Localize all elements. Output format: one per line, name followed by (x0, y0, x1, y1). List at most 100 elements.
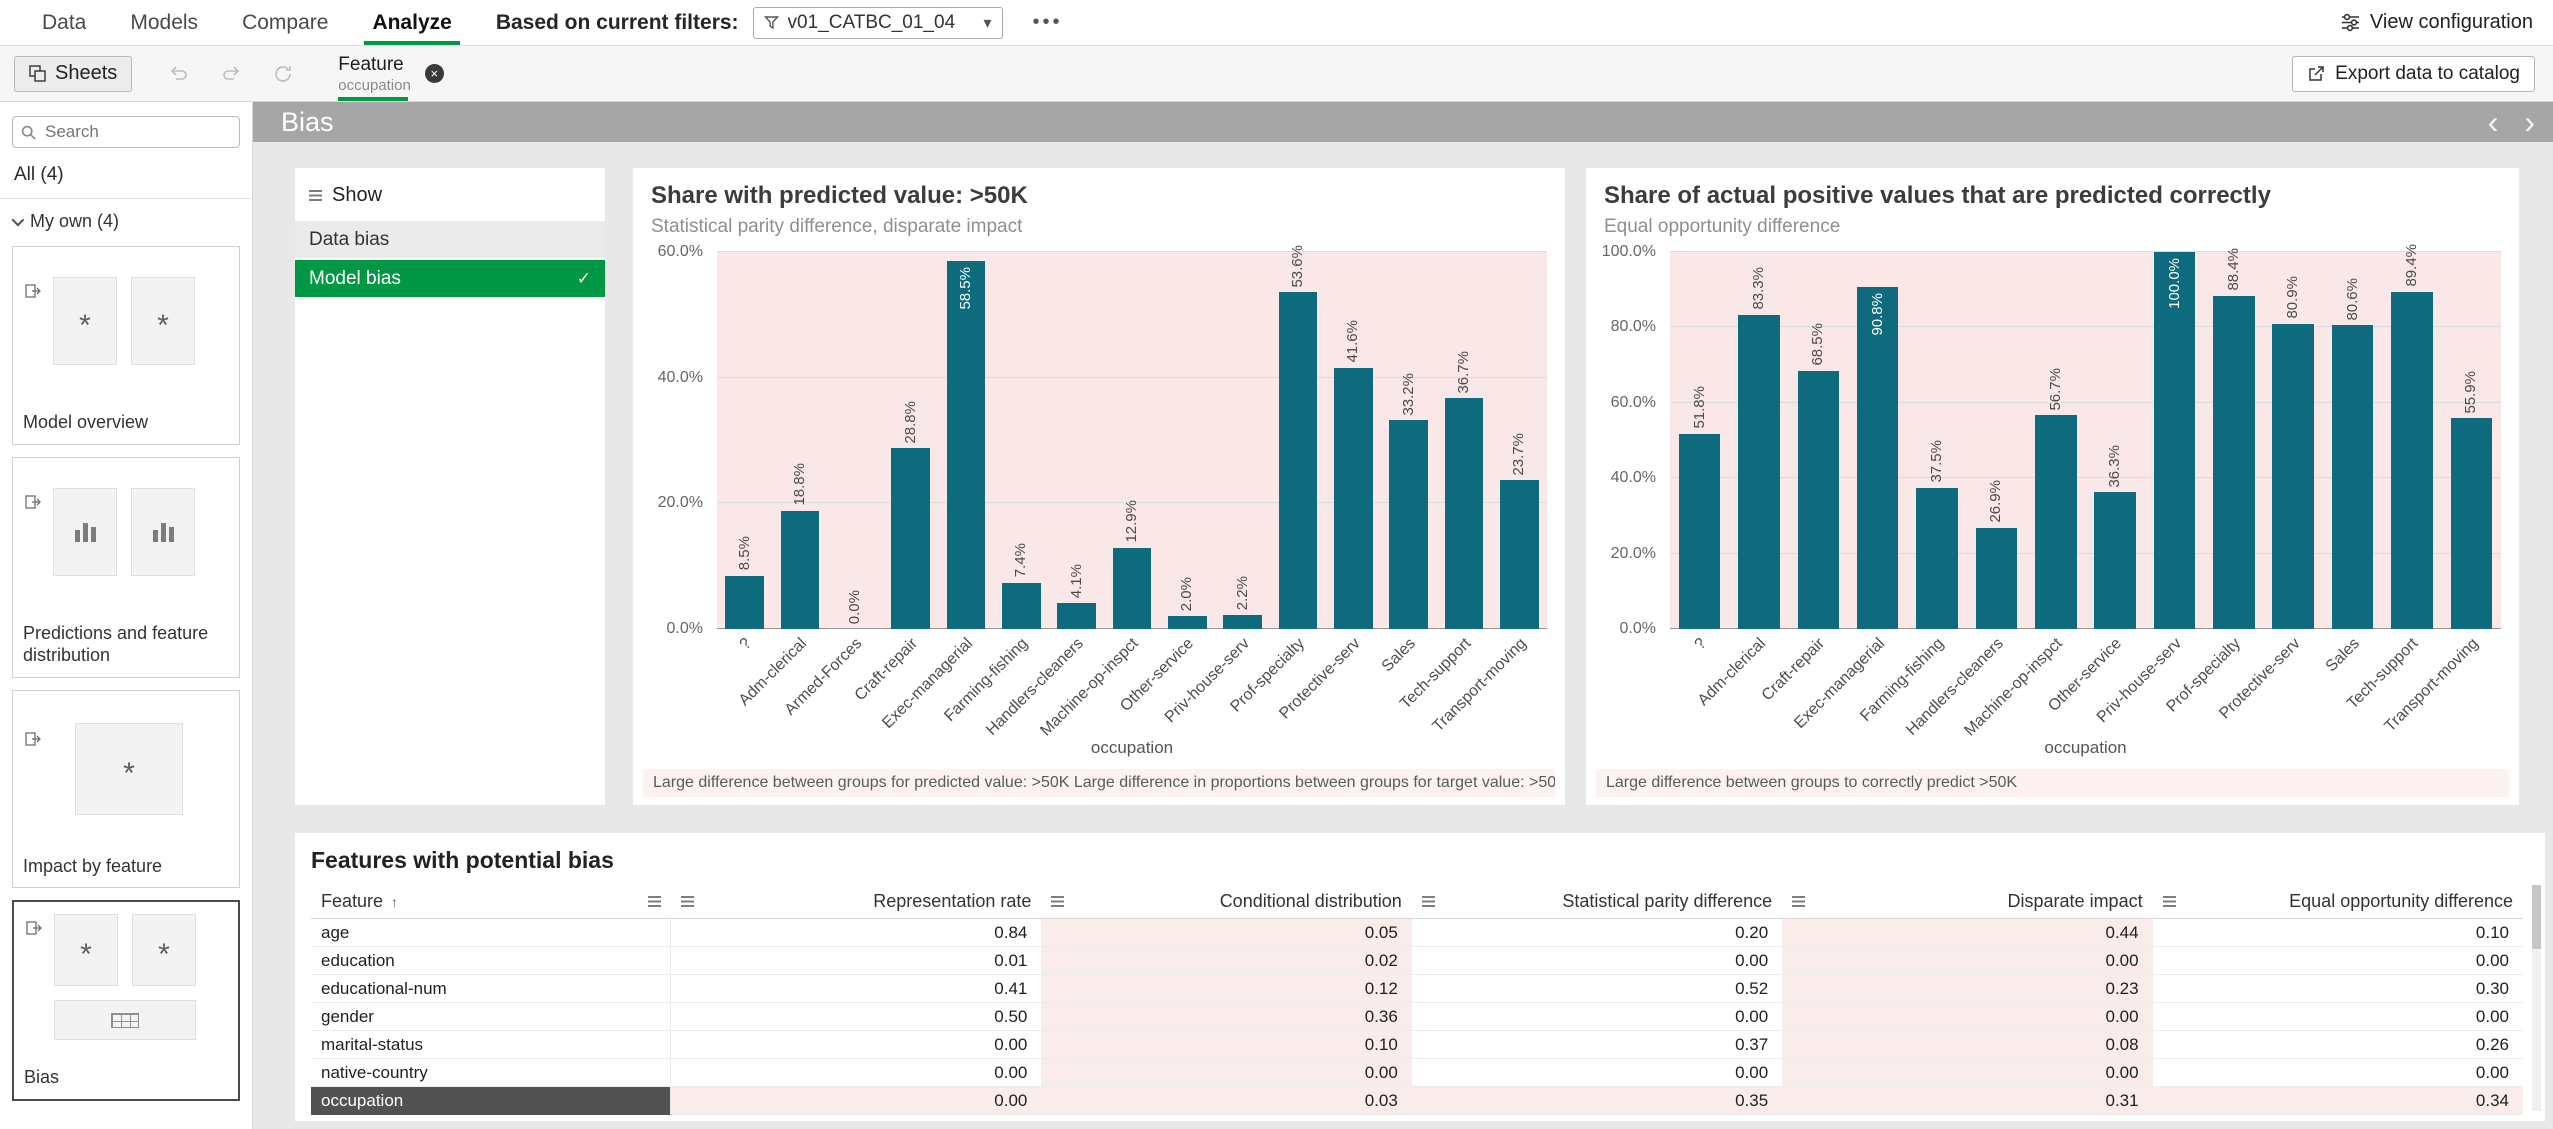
filter-dropdown[interactable]: v01_CATBC_01_04 ▾ (753, 7, 1003, 39)
bar-exec-managerial[interactable] (947, 261, 986, 629)
bar-sales[interactable] (2332, 325, 2374, 629)
column-header-disparate-impact[interactable]: Disparate impact (1782, 885, 2152, 919)
bar-handlers-cleaners[interactable] (1057, 603, 1096, 629)
bar-farming-fishing[interactable] (1916, 488, 1958, 629)
tab-compare[interactable]: Compare (220, 0, 350, 45)
tab-data[interactable]: Data (20, 0, 108, 45)
mini-widget: * (131, 277, 195, 365)
bar-machine-op-inspct[interactable] (1113, 548, 1152, 629)
bar-value-label: 55.9% (2462, 371, 2479, 414)
bar-tech-support[interactable] (2391, 292, 2433, 629)
bar-slot: 100.0% (2145, 252, 2204, 629)
bar-prof-specialty[interactable] (1279, 292, 1318, 629)
chart-footnote: Large difference between groups to corre… (1596, 769, 2509, 797)
search-box[interactable] (12, 116, 240, 148)
features-table-head: Feature↑Representation rateConditional d… (311, 885, 2523, 919)
bar-protective-serv[interactable] (2272, 324, 2314, 629)
bar-adm-clerical[interactable] (781, 511, 820, 629)
feature-cell[interactable]: occupation (311, 1087, 671, 1115)
bar-transport-moving[interactable] (2451, 418, 2493, 629)
bar-slot: 4.1% (1049, 252, 1104, 629)
bar-prof-specialty[interactable] (2213, 296, 2255, 629)
sort-ascending-icon: ↑ (391, 894, 398, 910)
bar-handlers-cleaners[interactable] (1976, 528, 2018, 629)
value-cell: 0.00 (1412, 947, 1782, 975)
sidebar-all-count[interactable]: All (4) (0, 148, 252, 199)
bar-adm-clerical[interactable] (1738, 315, 1780, 629)
sheets-label: Sheets (55, 62, 117, 85)
tab-analyze[interactable]: Analyze (350, 0, 473, 45)
mini-widget (54, 1000, 196, 1040)
scrollbar-thumb[interactable] (2532, 885, 2541, 949)
search-input[interactable] (43, 121, 231, 143)
sheet-action-icon (21, 279, 45, 303)
bar-slot: 8.5% (717, 252, 772, 629)
undo-icon[interactable] (166, 61, 192, 87)
export-data-button[interactable]: Export data to catalog (2292, 56, 2535, 92)
sheets-button[interactable]: Sheets (14, 56, 132, 92)
column-menu-icon[interactable] (1051, 896, 1064, 907)
feature-cell[interactable]: gender (311, 1003, 671, 1031)
bar-other-service[interactable] (2094, 492, 2136, 629)
table-row-gender[interactable]: gender0.500.360.000.000.00 (311, 1003, 2523, 1031)
bar-protective-serv[interactable] (1334, 368, 1373, 629)
column-header-representation-rate[interactable]: Representation rate (671, 885, 1041, 919)
sheet-card-bias[interactable]: * * Bias (12, 900, 240, 1101)
table-row-educational-num[interactable]: educational-num0.410.120.520.230.30 (311, 975, 2523, 1003)
table-row-occupation[interactable]: occupation0.000.030.350.310.34 (311, 1087, 2523, 1115)
table-row-marital-status[interactable]: marital-status0.000.100.370.080.26 (311, 1031, 2523, 1059)
active-sheet-tab[interactable]: Feature occupation × (330, 46, 462, 101)
bar-chart-icon (75, 522, 96, 542)
table-row-native-country[interactable]: native-country0.000.000.000.000.00 (311, 1059, 2523, 1087)
close-tab-icon[interactable]: × (425, 64, 444, 83)
bar-farming-fishing[interactable] (1002, 583, 1041, 629)
sheet-card-impact-by-feature[interactable]: * Impact by feature (12, 690, 240, 889)
bar-transport-moving[interactable] (1500, 480, 1539, 629)
previous-sheet-icon[interactable]: ‹ (2488, 106, 2499, 138)
tab-models[interactable]: Models (108, 0, 220, 45)
column-header-feature[interactable]: Feature↑ (311, 885, 671, 919)
refresh-icon[interactable] (270, 61, 296, 87)
bar--[interactable] (1679, 434, 1721, 629)
sheet-card-model-overview[interactable]: * * Model overview (12, 246, 240, 445)
column-menu-icon[interactable] (2163, 896, 2176, 907)
column-header-equal-opportunity-difference[interactable]: Equal opportunity difference (2153, 885, 2523, 919)
redo-icon[interactable] (218, 61, 244, 87)
column-menu-icon[interactable] (1422, 896, 1435, 907)
feature-cell[interactable]: native-country (311, 1059, 671, 1087)
feature-cell[interactable]: age (311, 919, 671, 947)
column-header-conditional-distribution[interactable]: Conditional distribution (1041, 885, 1411, 919)
next-sheet-icon[interactable]: › (2524, 106, 2535, 138)
feature-cell[interactable]: marital-status (311, 1031, 671, 1059)
sheet-action-icon (22, 916, 46, 940)
y-axis: 0.0%20.0%40.0%60.0%80.0%100.0% (1586, 252, 1664, 629)
show-option-label: Model bias (309, 268, 401, 290)
column-menu-icon[interactable] (1792, 896, 1805, 907)
show-option-model-bias[interactable]: Model bias✓ (295, 260, 605, 297)
bar-craft-repair[interactable] (891, 448, 930, 629)
bar-tech-support[interactable] (1445, 398, 1484, 629)
feature-cell[interactable]: educational-num (311, 975, 671, 1003)
column-menu-icon[interactable] (681, 896, 694, 907)
bar-other-service[interactable] (1168, 616, 1207, 629)
show-option-data-bias[interactable]: Data bias (295, 221, 605, 258)
bar-machine-op-inspct[interactable] (2035, 415, 2077, 629)
bar-craft-repair[interactable] (1798, 371, 1840, 629)
bar--[interactable] (725, 576, 764, 629)
sidebar-group-my-own[interactable]: My own (4) (0, 199, 252, 240)
view-configuration-button[interactable]: View configuration (2341, 11, 2533, 34)
bar-sales[interactable] (1389, 420, 1428, 629)
sheet-card-predictions[interactable]: Predictions and feature distribution (12, 457, 240, 678)
chart-footnote: Large difference between groups for pred… (643, 769, 1555, 797)
bar-priv-house-serv[interactable] (1223, 615, 1262, 629)
column-menu-icon[interactable] (648, 896, 661, 907)
feature-cell[interactable]: education (311, 947, 671, 975)
table-scrollbar[interactable] (2532, 885, 2541, 1111)
table-row-education[interactable]: education0.010.020.000.000.00 (311, 947, 2523, 975)
table-row-age[interactable]: age0.840.050.200.440.10 (311, 919, 2523, 947)
bar-exec-managerial[interactable] (1857, 287, 1899, 629)
value-cell: 0.52 (1412, 975, 1782, 1003)
more-options-button[interactable]: ••• (1025, 7, 1071, 38)
sheet-name: Model overview (13, 407, 239, 444)
column-header-statistical-parity-difference[interactable]: Statistical parity difference (1412, 885, 1782, 919)
